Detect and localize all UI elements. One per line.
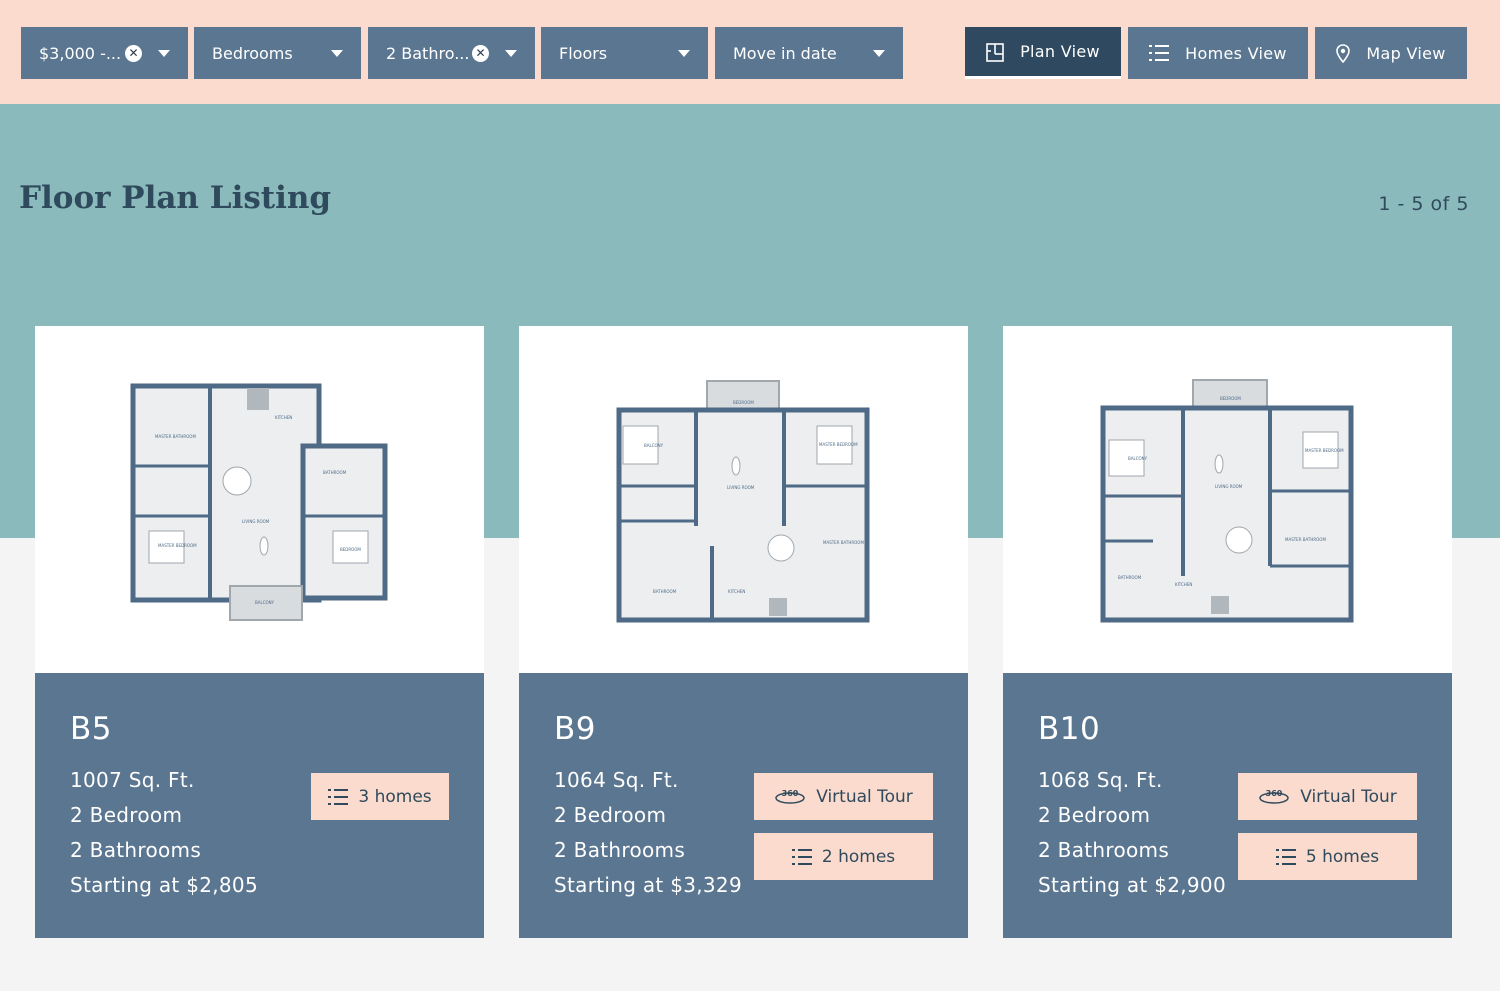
room-label: MASTER BEDROOM [1305,448,1344,453]
move-in-date-filter-label: Move in date [733,43,837,63]
room-label: BATHROOM [1118,575,1142,580]
floor-plan-info: B10 1068 Sq. Ft. 2 Bedroom 2 Bathrooms S… [1003,673,1452,938]
chevron-down-icon [331,49,343,57]
virtual-tour-label: Virtual Tour [1300,786,1397,807]
bathrooms-filter-clear-icon[interactable]: ✕ [472,44,489,62]
available-homes-label: 5 homes [1305,846,1380,867]
room-label: BALCONY [1128,456,1148,461]
list-icon [791,848,812,865]
plan-bathrooms: 2 Bathrooms [1038,838,1170,862]
floors-filter-dropdown[interactable]: Floors [541,27,708,79]
plan-bedrooms: 2 Bedroom [1038,803,1151,827]
plan-view-label: Plan View [1020,42,1100,61]
bedrooms-filter-dropdown[interactable]: Bedrooms [194,27,361,79]
chevron-down-icon [678,49,690,57]
plan-name[interactable]: B9 [554,711,596,747]
room-label: LIVING ROOM [242,519,270,524]
floor-plan-drawing: BALCONY BEDROOM MASTER BEDROOM LIVING RO… [1100,379,1354,623]
virtual-tour-360-icon: 360 [775,789,805,804]
svg-text:360: 360 [1266,789,1283,798]
room-label: LIVING ROOM [1215,484,1243,489]
move-in-date-filter-dropdown[interactable]: Move in date [715,27,903,79]
room-label: BALCONY [644,443,664,448]
bathrooms-filter-dropdown[interactable]: 2 Bathro... ✕ [368,27,535,79]
list-icon [328,788,349,805]
plan-bedrooms: 2 Bedroom [70,803,183,827]
price-filter-dropdown[interactable]: $3,000 -... ✕ [21,27,188,79]
floor-plan-info: B9 1064 Sq. Ft. 2 Bedroom 2 Bathrooms St… [519,673,968,938]
floor-plan-image[interactable]: MASTER BATHROOM KITCHEN BATHROOM LIVING … [35,326,484,673]
map-view-label: Map View [1366,43,1446,63]
room-label: BEDROOM [1220,396,1241,401]
plan-view-button[interactable]: Plan View [965,27,1121,79]
room-label: MASTER BATHROOM [155,434,196,439]
results-count: 1 - 5 of 5 [1378,193,1469,215]
room-label: BEDROOM [733,400,754,405]
page-title: Floor Plan Listing [19,180,332,216]
homes-view-label: Homes View [1185,43,1287,63]
floor-plan-drawing: BALCONY BEDROOM MASTER BEDROOM LIVING RO… [616,380,870,623]
list-icon [1149,45,1170,61]
plan-price: Starting at $2,900 [1038,873,1226,897]
floor-plan-drawing: MASTER BATHROOM KITCHEN BATHROOM LIVING … [130,383,388,621]
room-label: KITCHEN [728,589,745,594]
floor-plan-info: B5 1007 Sq. Ft. 2 Bedroom 2 Bathrooms St… [35,673,484,938]
bathrooms-filter-label: 2 Bathro... [386,43,468,63]
plan-price: Starting at $3,329 [554,873,742,897]
list-icon [1275,848,1296,865]
available-homes-button[interactable]: 5 homes [1238,833,1417,880]
room-label: MASTER BATHROOM [1285,537,1326,542]
available-homes-button[interactable]: 3 homes [311,773,449,820]
floor-plan-card-b10[interactable]: BALCONY BEDROOM MASTER BEDROOM LIVING RO… [1003,326,1452,938]
floor-plan-image[interactable]: BALCONY BEDROOM MASTER BEDROOM LIVING RO… [1003,326,1452,673]
floors-filter-label: Floors [559,43,608,63]
chevron-down-icon [505,49,517,57]
plan-bathrooms: 2 Bathrooms [70,838,202,862]
plan-bathrooms: 2 Bathrooms [554,838,686,862]
filter-bar: $3,000 -... ✕ Bedrooms 2 Bathro... ✕ Flo… [0,0,1500,104]
room-label: MASTER BATHROOM [823,540,864,545]
virtual-tour-button[interactable]: 360 Virtual Tour [1238,773,1417,820]
chevron-down-icon [873,49,885,57]
room-label: KITCHEN [275,415,292,420]
room-label: MASTER BEDROOM [158,543,197,548]
price-filter-label: $3,000 -... [39,43,121,63]
room-label: KITCHEN [1175,582,1192,587]
room-label: MASTER BEDROOM [819,442,858,447]
room-label: BEDROOM [340,547,361,552]
svg-text:360: 360 [782,789,799,798]
available-homes-label: 2 homes [821,846,896,867]
room-label: BATHROOM [323,470,347,475]
map-pin-icon [1336,43,1351,63]
room-label: LIVING ROOM [727,485,755,490]
available-homes-label: 3 homes [358,786,432,807]
floor-plan-card-b5[interactable]: MASTER BATHROOM KITCHEN BATHROOM LIVING … [35,326,484,938]
plan-sqft: 1064 Sq. Ft. [554,768,679,792]
floor-plan-card-b9[interactable]: BALCONY BEDROOM MASTER BEDROOM LIVING RO… [519,326,968,938]
bedrooms-filter-label: Bedrooms [212,43,293,63]
plan-name[interactable]: B10 [1038,711,1100,747]
plan-sqft: 1007 Sq. Ft. [70,768,195,792]
virtual-tour-label: Virtual Tour [816,786,913,807]
plan-price: Starting at $2,805 [70,873,258,897]
homes-view-button[interactable]: Homes View [1128,27,1308,79]
room-label: BATHROOM [653,589,677,594]
virtual-tour-button[interactable]: 360 Virtual Tour [754,773,933,820]
virtual-tour-360-icon: 360 [1259,789,1289,804]
floor-plan-icon [986,42,1004,62]
room-label: BALCONY [255,600,275,605]
price-filter-clear-icon[interactable]: ✕ [125,44,142,62]
plan-sqft: 1068 Sq. Ft. [1038,768,1163,792]
map-view-button[interactable]: Map View [1315,27,1467,79]
available-homes-button[interactable]: 2 homes [754,833,933,880]
plan-name[interactable]: B5 [70,711,112,747]
plan-bedrooms: 2 Bedroom [554,803,667,827]
floor-plan-image[interactable]: BALCONY BEDROOM MASTER BEDROOM LIVING RO… [519,326,968,673]
chevron-down-icon [158,49,170,57]
